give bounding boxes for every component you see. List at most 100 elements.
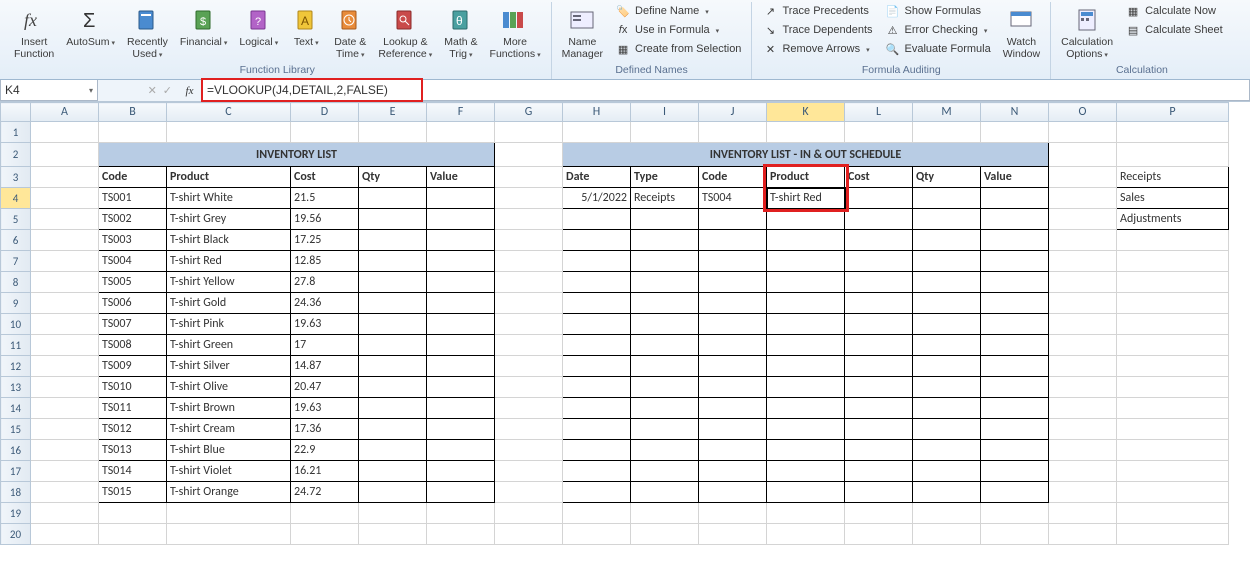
cell[interactable] [913,482,981,503]
lookup-reference-button[interactable]: Lookup & Reference [374,2,436,62]
cell[interactable] [359,440,427,461]
calculation-options-button[interactable]: Calculation Options [1057,2,1117,62]
text-button[interactable]: A Text [286,2,326,51]
cell[interactable] [427,251,495,272]
calculate-sheet-button[interactable]: ▤Calculate Sheet [1121,21,1227,39]
cell[interactable] [767,482,845,503]
cell[interactable] [767,251,845,272]
cell[interactable] [845,524,913,545]
define-name-button[interactable]: 🏷️Define Name [611,2,745,20]
cell[interactable]: 17 [291,335,359,356]
cell[interactable] [767,419,845,440]
cell[interactable]: TS011 [99,398,167,419]
cell[interactable] [427,293,495,314]
cell[interactable] [1049,251,1117,272]
cell[interactable] [981,122,1049,143]
cell[interactable] [31,503,99,524]
cell[interactable] [359,188,427,209]
cell[interactable] [845,209,913,230]
cell[interactable] [1117,335,1229,356]
cell[interactable] [699,209,767,230]
cell[interactable]: TS012 [99,419,167,440]
row-header[interactable]: 20 [1,524,31,545]
cell[interactable] [631,251,699,272]
cell[interactable] [359,251,427,272]
cell[interactable]: T-shirt Green [167,335,291,356]
cell[interactable] [981,377,1049,398]
cell[interactable] [1117,314,1229,335]
cell[interactable] [563,398,631,419]
cell[interactable] [1117,440,1229,461]
cell[interactable] [427,377,495,398]
cell[interactable] [427,440,495,461]
active-cell[interactable]: T-shirt Red [767,188,845,209]
cell[interactable] [359,419,427,440]
cell[interactable] [981,503,1049,524]
cell[interactable] [631,482,699,503]
cell[interactable] [427,461,495,482]
cell[interactable] [495,503,563,524]
cell[interactable] [767,398,845,419]
cell[interactable] [1049,377,1117,398]
cell[interactable] [99,122,167,143]
date-time-button[interactable]: Date & Time [330,2,370,62]
fx-button[interactable]: fx [178,80,202,101]
name-manager-button[interactable]: Name Manager [558,2,607,62]
cell[interactable] [563,377,631,398]
cell[interactable] [981,419,1049,440]
cell[interactable] [913,188,981,209]
cell[interactable] [359,230,427,251]
cell[interactable] [359,209,427,230]
cell[interactable] [1049,335,1117,356]
cell[interactable]: TS013 [99,440,167,461]
spreadsheet-grid[interactable]: ABCDEFGHIJKLMNOP 12INVENTORY LISTINVENTO… [0,102,1250,545]
cell[interactable] [167,524,291,545]
cell[interactable] [1117,398,1229,419]
cell[interactable] [981,356,1049,377]
row-header[interactable]: 15 [1,419,31,440]
cell[interactable] [767,209,845,230]
cell[interactable] [563,293,631,314]
row-header[interactable]: 13 [1,377,31,398]
cell[interactable]: 22.9 [291,440,359,461]
cell[interactable] [981,272,1049,293]
name-box[interactable]: K4 [0,80,98,101]
cell[interactable]: T-shirt Red [167,251,291,272]
watch-window-button[interactable]: Watch Window [999,2,1044,62]
cell[interactable] [981,335,1049,356]
cell[interactable] [359,377,427,398]
cell[interactable] [359,503,427,524]
cell[interactable]: TS004 [99,251,167,272]
cell[interactable] [495,272,563,293]
cell[interactable] [845,314,913,335]
more-functions-button[interactable]: More Functions [486,2,545,62]
cell[interactable] [495,335,563,356]
cell[interactable] [981,524,1049,545]
cell[interactable]: TS007 [99,314,167,335]
cell[interactable] [1049,167,1117,188]
cell[interactable]: Qty [359,167,427,188]
cell[interactable]: Receipts [1117,167,1229,188]
row-header[interactable]: 1 [1,122,31,143]
row-header[interactable]: 10 [1,314,31,335]
cell[interactable] [767,461,845,482]
cell[interactable] [359,524,427,545]
cell[interactable] [427,230,495,251]
cell[interactable] [767,293,845,314]
financial-button[interactable]: $ Financial [176,2,232,51]
cell[interactable] [31,440,99,461]
cell[interactable]: Sales [1117,188,1229,209]
cell[interactable] [845,356,913,377]
cell[interactable] [1117,524,1229,545]
cell[interactable] [1117,482,1229,503]
create-from-selection-button[interactable]: ▦Create from Selection [611,40,745,58]
cell[interactable] [495,419,563,440]
cell[interactable] [359,314,427,335]
cell[interactable] [31,398,99,419]
row-header[interactable]: 18 [1,482,31,503]
insert-function-button[interactable]: fx Insert Function [10,2,58,62]
cell[interactable] [427,356,495,377]
cell[interactable]: 12.85 [291,251,359,272]
cell[interactable] [167,503,291,524]
cell[interactable]: Product [767,167,845,188]
